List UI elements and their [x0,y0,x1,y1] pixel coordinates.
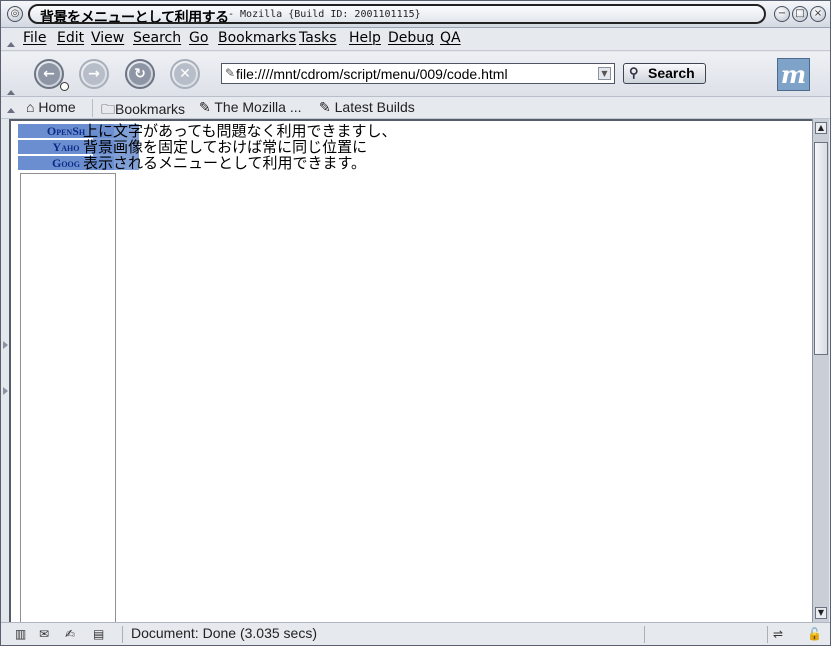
personal-toolbar: ⌂ Home 🗀Bookmarks ✎ The Mozilla ... ✎ La… [1,97,830,119]
minimize-icon[interactable]: − [774,6,790,22]
menu-view[interactable]: View [91,30,124,46]
url-history-dropdown-icon[interactable]: ▼ [598,67,611,80]
status-bar: ▥ ✉ ✍ ▤ Document: Done (3.035 secs) ⇌ 🔓 [1,622,830,645]
folder-icon: 🗀 [101,101,115,117]
menu-file[interactable]: File [23,30,46,46]
window-menu-icon[interactable]: ◎ [7,6,23,22]
window-title-build: - Mozilla {Build ID: 2001101115} [228,9,421,20]
scroll-down-arrow-icon[interactable]: ▼ [815,607,827,619]
browser-window: ◎ 背景をメニューとして利用する - Mozilla {Build ID: 20… [0,0,831,646]
status-divider [644,626,645,643]
back-arrow-icon: ← [38,63,60,85]
menu-search[interactable]: Search [133,30,181,46]
search-button-label: Search [648,65,695,81]
url-bar[interactable]: ✎ ▼ [221,63,615,84]
menu-go[interactable]: Go [189,30,208,46]
page-body-text: 上に文字があっても問題なく利用できますし、 背景画像を固定しておけば常に同じ位置… [83,123,397,171]
url-input[interactable] [236,65,596,82]
reload-icon: ↻ [129,63,151,85]
magnifier-icon: ⚲ [629,65,639,80]
sidebar-toggle-icon[interactable] [3,341,8,349]
forward-arrow-icon: → [83,63,105,85]
mozilla-throbber-logo[interactable]: m [777,58,810,91]
stop-button[interactable]: ✕ [170,59,200,89]
menu-debug[interactable]: Debug [388,30,434,46]
reload-button[interactable]: ↻ [125,59,155,89]
home-icon: ⌂ [26,99,35,115]
title-bar[interactable]: ◎ 背景をメニューとして利用する - Mozilla {Build ID: 20… [1,1,830,28]
window-title: 背景をメニューとして利用する - Mozilla {Build ID: 2001… [28,4,766,24]
latest-builds-label: Latest Builds [334,99,415,115]
menu-bar: File Edit View Search Go Bookmarks Tasks… [1,28,830,51]
bookmark-page-icon[interactable]: ✎ [225,66,235,80]
mozilla-bookmark-label: The Mozilla ... [214,99,302,115]
search-button[interactable]: ⚲ Search [623,63,706,84]
toolbar-divider [92,99,93,117]
back-history-dropdown[interactable] [60,82,69,91]
composer-icon[interactable]: ✍ [65,627,75,641]
navigator-icon[interactable]: ▥ [15,627,26,641]
home-label: Home [38,99,76,115]
maximize-icon[interactable]: □ [792,6,808,22]
menu-help[interactable]: Help [349,30,381,46]
scrollbar-thumb[interactable] [814,142,828,355]
navbar-grip-icon[interactable] [7,90,15,95]
menu-background-box [20,173,116,624]
mozilla-bookmark-link[interactable]: ✎ The Mozilla ... [199,99,302,116]
status-divider [767,626,768,643]
bookmark-icon: ✎ [199,99,211,115]
stop-icon: ✕ [174,63,196,85]
bookmark-icon: ✎ [319,99,331,115]
sidebar-toggle-icon[interactable] [3,387,8,395]
body-line: 上に文字があっても問題なく利用できますし、 [83,122,397,140]
menubar-grip-icon[interactable] [7,42,15,47]
sidebar-grip[interactable] [1,119,9,622]
close-icon[interactable]: × [810,6,826,22]
address-book-icon[interactable]: ▤ [93,627,104,641]
menu-tasks[interactable]: Tasks [299,30,337,46]
forward-button[interactable]: → [79,59,109,89]
menu-qa[interactable]: QA [440,30,461,46]
bookmarks-label: Bookmarks [115,101,186,117]
menu-bookmarks[interactable]: Bookmarks [218,30,296,46]
page-content: OpenSh Yaho Goog 上に文字があっても問題なく利用できますし、 背… [9,119,812,624]
body-line: 背景画像を固定しておけば常に同じ位置に [83,138,368,156]
personal-toolbar-grip-icon[interactable] [7,108,15,113]
mail-icon[interactable]: ✉ [39,627,49,641]
security-lock-icon: 🔓 [807,627,822,641]
online-status-icon[interactable]: ⇌ [773,627,783,641]
latest-builds-link[interactable]: ✎ Latest Builds [319,99,415,116]
menu-edit[interactable]: Edit [57,30,84,46]
window-title-main: 背景をメニューとして利用する [40,10,229,24]
body-line: 表示されるメニューとして利用できます。 [83,154,367,172]
status-text: Document: Done (3.035 secs) [131,625,317,641]
home-button[interactable]: ⌂ Home [26,99,76,115]
status-divider [122,626,123,643]
scroll-up-arrow-icon[interactable]: ▲ [815,122,827,134]
vertical-scrollbar[interactable]: ▲ ▼ [812,119,829,622]
